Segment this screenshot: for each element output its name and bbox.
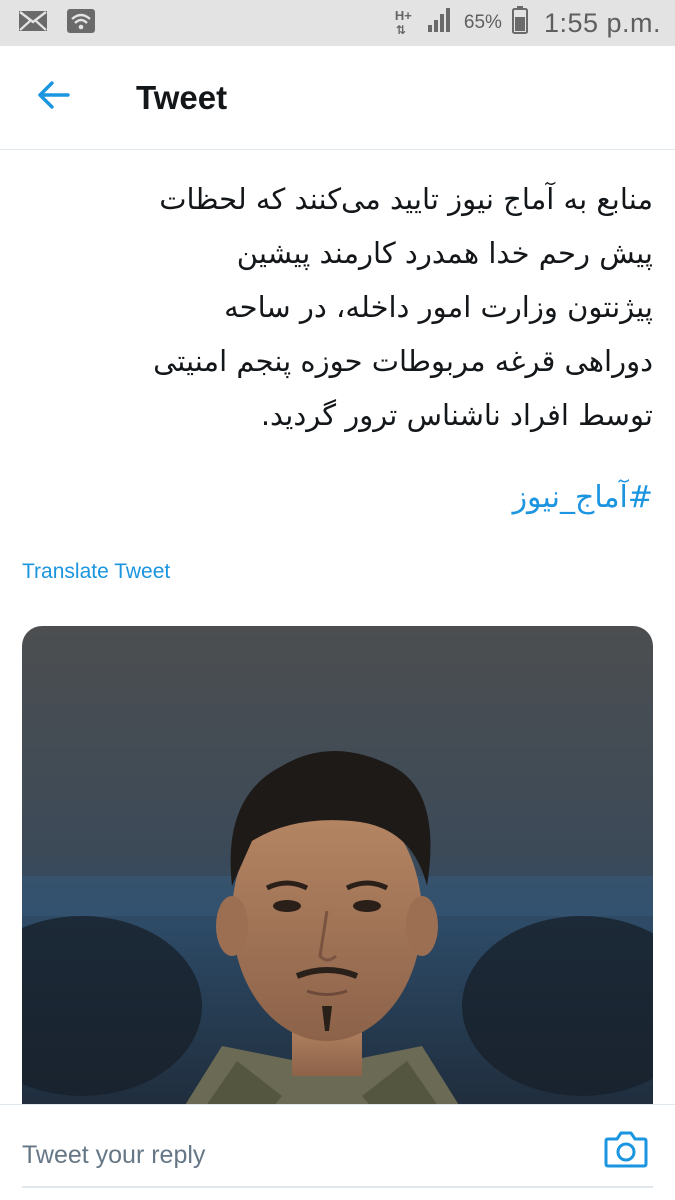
network-type-indicator: H+ ⇅ bbox=[394, 8, 412, 37]
signal-icon bbox=[426, 7, 454, 40]
tweet-text: منابع به آماج نیوز تایید می‌کنند که لحظا… bbox=[153, 182, 653, 432]
reply-input[interactable] bbox=[22, 1125, 582, 1185]
reply-bar bbox=[0, 1104, 675, 1200]
reply-underline bbox=[22, 1186, 653, 1188]
translate-tweet-link[interactable]: Translate Tweet bbox=[22, 560, 170, 584]
hashtag-link[interactable]: #آماج_نیوز bbox=[513, 480, 653, 515]
status-time: 1:55 p.m. bbox=[543, 7, 661, 38]
mail-icon bbox=[18, 9, 48, 38]
app-header: Tweet bbox=[0, 46, 675, 150]
battery-icon bbox=[511, 5, 528, 41]
tweet-detail-screen: H+ ⇅ 65% 1:55 p.m. Tweet منابع به آماج ن… bbox=[0, 0, 675, 1200]
battery-percent: 65% bbox=[463, 12, 502, 33]
page-title: Tweet bbox=[136, 78, 228, 116]
status-bar: H+ ⇅ 65% 1:55 p.m. bbox=[0, 0, 675, 46]
back-button[interactable] bbox=[0, 46, 106, 150]
arrow-left-icon bbox=[36, 80, 70, 115]
wifi-icon bbox=[66, 8, 96, 39]
tweet-photo[interactable] bbox=[22, 626, 653, 1126]
camera-button[interactable] bbox=[604, 1129, 654, 1175]
camera-icon bbox=[604, 1131, 648, 1173]
